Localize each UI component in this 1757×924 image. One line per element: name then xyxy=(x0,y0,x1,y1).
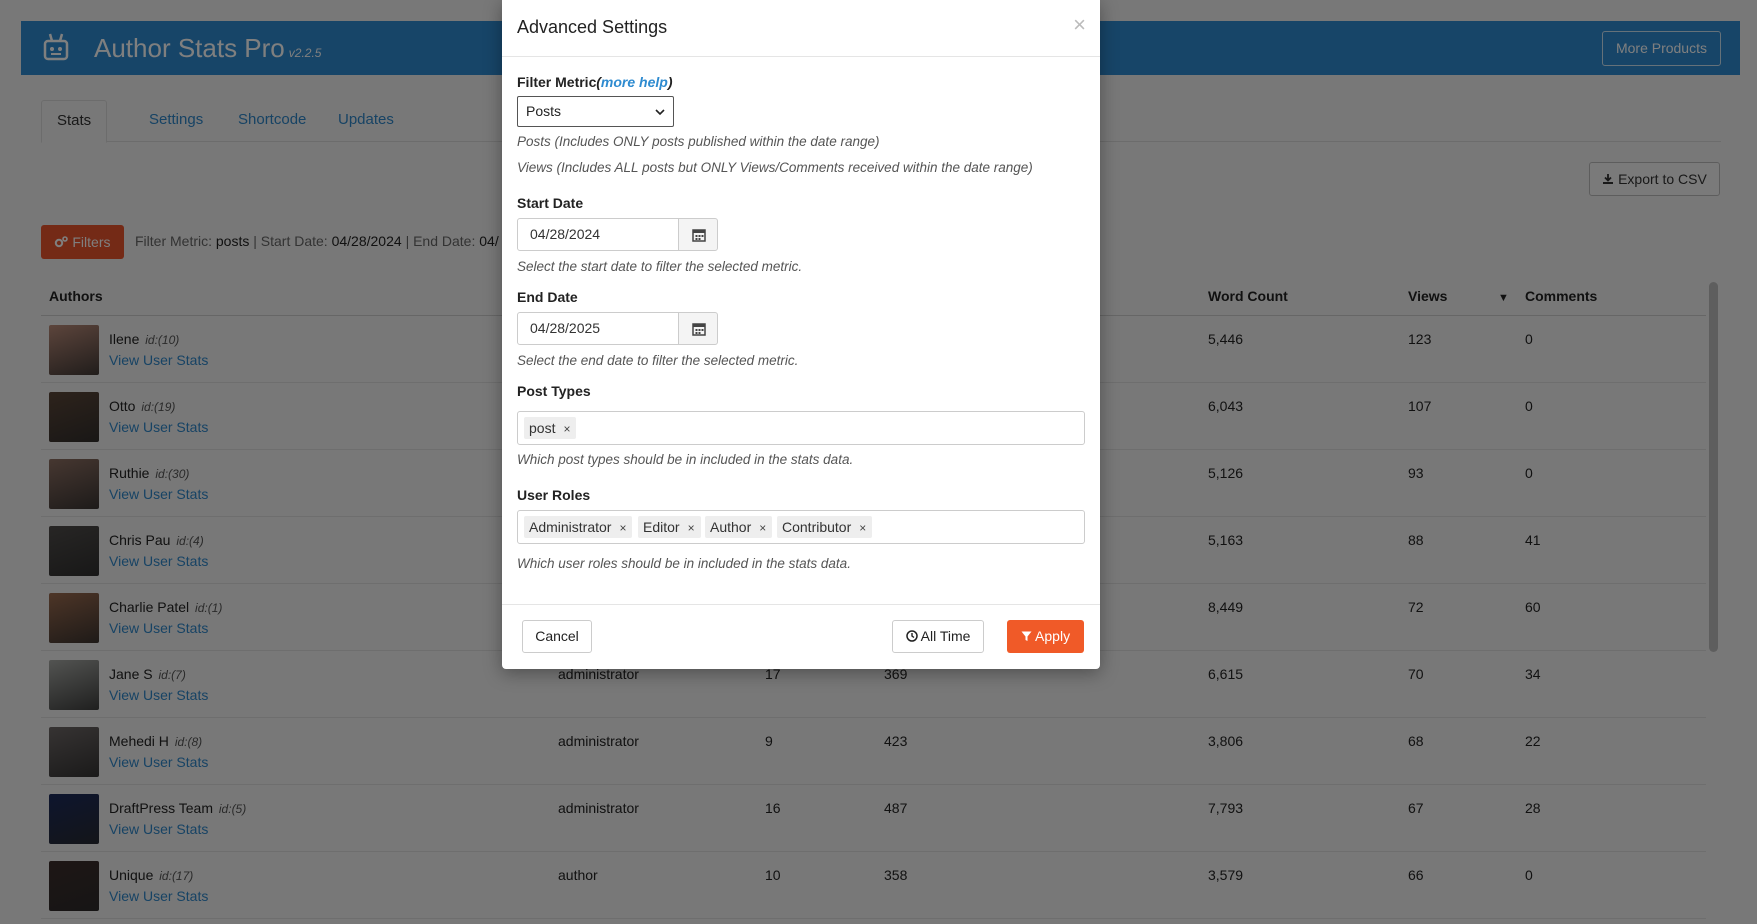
modal-footer-divider xyxy=(502,604,1100,605)
filter-metric-select[interactable]: Posts xyxy=(517,96,674,127)
start-date-label: Start Date xyxy=(517,195,584,211)
modal-header: Advanced Settings × xyxy=(502,0,1100,57)
filter-icon xyxy=(1021,631,1032,641)
filter-metric-label: Filter Metric (more help) xyxy=(517,74,673,90)
apply-button[interactable]: Apply xyxy=(1007,620,1084,653)
all-time-label: All Time xyxy=(920,628,971,644)
cancel-button[interactable]: Cancel xyxy=(522,620,592,653)
tag-label: Author xyxy=(710,519,752,535)
filter-metric-hint-views: Views (Includes ALL posts but ONLY Views… xyxy=(517,160,1033,175)
tag-remove-icon[interactable]: × xyxy=(563,422,570,436)
more-help-paren-close: ) xyxy=(667,74,673,90)
tag-label: Contributor xyxy=(782,519,852,535)
post-types-hint: Which post types should be in included i… xyxy=(517,452,854,467)
tag-remove-icon[interactable]: × xyxy=(619,521,626,535)
close-icon[interactable]: × xyxy=(1073,14,1086,36)
user-roles-input[interactable]: Administrator × Editor × Author × Contribut… xyxy=(517,510,1085,544)
user-roles-label: User Roles xyxy=(517,487,591,503)
tag-remove-icon[interactable]: × xyxy=(759,521,766,535)
user-roles-hint: Which user roles should be in included i… xyxy=(517,556,851,571)
post-types-label: Post Types xyxy=(517,383,591,399)
tag-remove-icon[interactable]: × xyxy=(859,521,866,535)
advanced-settings-modal: Advanced Settings × Filter Metric (more … xyxy=(502,0,1100,669)
tag-post: post × xyxy=(524,417,577,439)
tag-label: post xyxy=(529,420,556,436)
filter-metric-selected: Posts xyxy=(526,103,562,119)
filter-metric-label-text: Filter Metric xyxy=(517,74,597,90)
tag-administrator: Administrator × xyxy=(524,516,633,538)
start-date-calendar-button[interactable] xyxy=(678,218,718,251)
tag-remove-icon[interactable]: × xyxy=(688,521,695,535)
end-date-hint: Select the end date to filter the select… xyxy=(517,353,799,368)
all-time-button[interactable]: All Time xyxy=(892,620,984,653)
filter-metric-hint-posts: Posts (Includes ONLY posts published wit… xyxy=(517,134,880,149)
end-date-input[interactable]: 04/28/2025 xyxy=(517,312,679,345)
tag-author: Author × xyxy=(705,516,773,538)
modal-title: Advanced Settings xyxy=(517,17,668,37)
end-date-label: End Date xyxy=(517,289,578,305)
start-date-hint: Select the start date to filter the sele… xyxy=(517,259,803,274)
chevron-down-icon xyxy=(655,109,665,116)
tag-editor: Editor × xyxy=(638,516,701,538)
tag-contributor: Contributor × xyxy=(777,516,873,538)
end-date-calendar-button[interactable] xyxy=(678,312,718,345)
calendar-icon xyxy=(692,229,706,242)
start-date-input[interactable]: 04/28/2024 xyxy=(517,218,679,251)
more-help-link[interactable]: more help xyxy=(601,74,668,90)
tag-label: Editor xyxy=(643,519,680,535)
apply-label: Apply xyxy=(1035,628,1071,644)
tag-label: Administrator xyxy=(529,519,612,535)
post-types-input[interactable]: post × xyxy=(517,411,1085,445)
calendar-icon xyxy=(692,323,706,336)
clock-icon xyxy=(905,630,918,642)
